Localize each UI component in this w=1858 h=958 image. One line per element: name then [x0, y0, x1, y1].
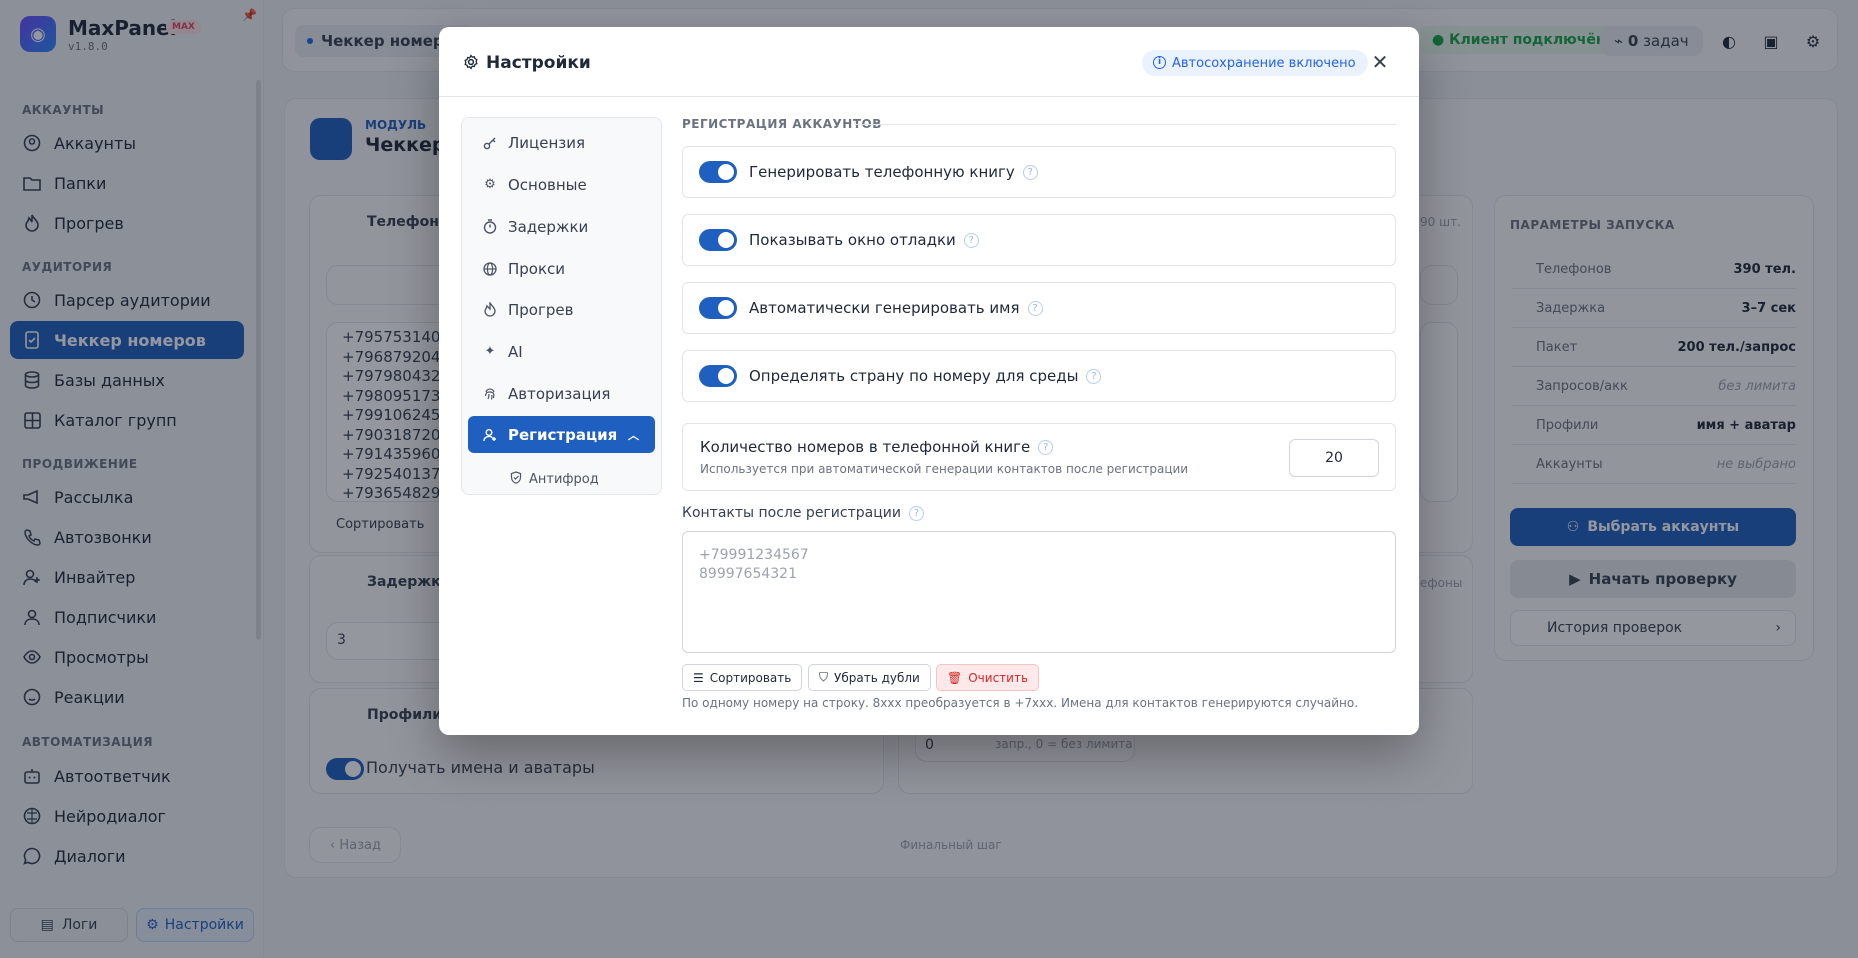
flame-icon [482, 302, 498, 318]
dedupe-label: Убрать дубли [834, 670, 920, 685]
option-row: Показывать окно отладки? [682, 214, 1396, 266]
dedupe-button[interactable]: ⛉ Убрать дубли [808, 664, 931, 691]
count-label-text: Количество номеров в телефонной книге [700, 438, 1031, 456]
settings-nav: Лицензия ⚙ Основные Задержки Прокси Прогр… [461, 117, 662, 495]
stopwatch-icon [482, 219, 498, 235]
sort-label: Сортировать [709, 670, 792, 685]
contacts-label-text: Контакты после регистрации [682, 505, 901, 521]
contacts-footnote: По одному номеру на строку. 8xxx преобра… [682, 696, 1359, 710]
settings-modal: Настройки i Автосохранение включено ✕ Лиц… [439, 27, 1419, 735]
help-icon[interactable]: ? [1027, 300, 1043, 316]
settings-nav-delays[interactable]: Задержки [468, 208, 655, 245]
help-icon[interactable]: ? [963, 232, 979, 248]
toggle-auto-name[interactable] [699, 297, 737, 319]
settings-nav-auth[interactable]: Авторизация [468, 375, 655, 412]
trash-icon: 🗑 [947, 670, 963, 685]
clear-button[interactable]: 🗑 Очистить [936, 664, 1040, 691]
phonebook-count-hint: Используется при автоматической генераци… [700, 462, 1189, 476]
gear-icon: ⚙ [484, 177, 496, 192]
help-icon[interactable]: ? [1086, 368, 1102, 384]
option-row: Генерировать телефонную книгу? [682, 146, 1396, 198]
fingerprint-icon [482, 386, 498, 402]
shield-check-icon [510, 471, 522, 488]
settings-nav-sub-label: Антифрод [529, 472, 599, 487]
key-icon [482, 135, 498, 151]
settings-nav-ai[interactable]: ✦ AI [468, 333, 655, 370]
settings-nav-label: Авторизация [508, 384, 611, 403]
modal-title: Настройки [486, 53, 591, 73]
contacts-label: Контакты после регистрации? [682, 505, 924, 521]
modal-header: Настройки i Автосохранение включено ✕ [439, 27, 1419, 97]
settings-nav-label: AI [508, 342, 523, 361]
settings-nav-general[interactable]: ⚙ Основные [468, 166, 655, 203]
help-icon[interactable]: ? [1038, 439, 1054, 455]
autosave-badge: i Автосохранение включено [1142, 50, 1368, 76]
filter-icon: ⛉ [819, 670, 829, 684]
gear-icon [463, 54, 479, 70]
section-divider [856, 124, 1396, 125]
section-title: РЕГИСТРАЦИЯ АККАУНТОВ [682, 117, 882, 131]
toggle-detect-country[interactable] [699, 365, 737, 387]
settings-nav-registration[interactable]: Регистрация ︿ [468, 416, 655, 453]
user-plus-icon [482, 427, 498, 443]
option-label: Показывать окно отладки [749, 231, 956, 249]
phonebook-count-box: Количество номеров в телефонной книге? И… [682, 423, 1396, 491]
help-icon[interactable]: ? [1022, 164, 1038, 180]
settings-nav-label: Основные [508, 175, 587, 194]
settings-nav-antifraud[interactable]: Антифрод [510, 471, 599, 488]
help-icon[interactable]: ? [908, 505, 924, 521]
phonebook-count-input[interactable] [1289, 439, 1379, 477]
option-label: Определять страну по номеру для среды [749, 367, 1079, 385]
clear-label: Очистить [968, 670, 1029, 685]
sort-icon: ☰ [693, 670, 704, 685]
toggle-debug-window[interactable] [699, 229, 737, 251]
phonebook-count-label: Количество номеров в телефонной книге? [700, 438, 1054, 456]
info-icon: i [1153, 56, 1166, 69]
option-label: Автоматически генерировать имя [749, 299, 1020, 317]
option-row: Определять страну по номеру для среды? [682, 350, 1396, 402]
settings-nav-warmup[interactable]: Прогрев [468, 291, 655, 328]
autosave-label: Автосохранение включено [1172, 55, 1356, 71]
close-icon[interactable]: ✕ [1370, 52, 1390, 73]
settings-nav-license[interactable]: Лицензия [468, 124, 655, 161]
settings-nav-label: Прокси [508, 259, 566, 278]
contacts-textarea[interactable] [682, 531, 1396, 653]
option-row: Автоматически генерировать имя? [682, 282, 1396, 334]
globe-icon [482, 261, 498, 277]
settings-nav-label: Регистрация [508, 425, 618, 444]
chevron-up-icon[interactable]: ︿ [628, 427, 639, 443]
settings-nav-label: Задержки [508, 217, 589, 236]
toggle-generate-phonebook[interactable] [699, 161, 737, 183]
option-label: Генерировать телефонную книгу [749, 163, 1015, 181]
sort-button[interactable]: ☰ Сортировать [682, 664, 803, 691]
sparkles-icon: ✦ [484, 344, 496, 359]
settings-nav-label: Лицензия [508, 133, 586, 152]
settings-nav-label: Прогрев [508, 300, 574, 319]
settings-nav-proxy[interactable]: Прокси [468, 250, 655, 287]
